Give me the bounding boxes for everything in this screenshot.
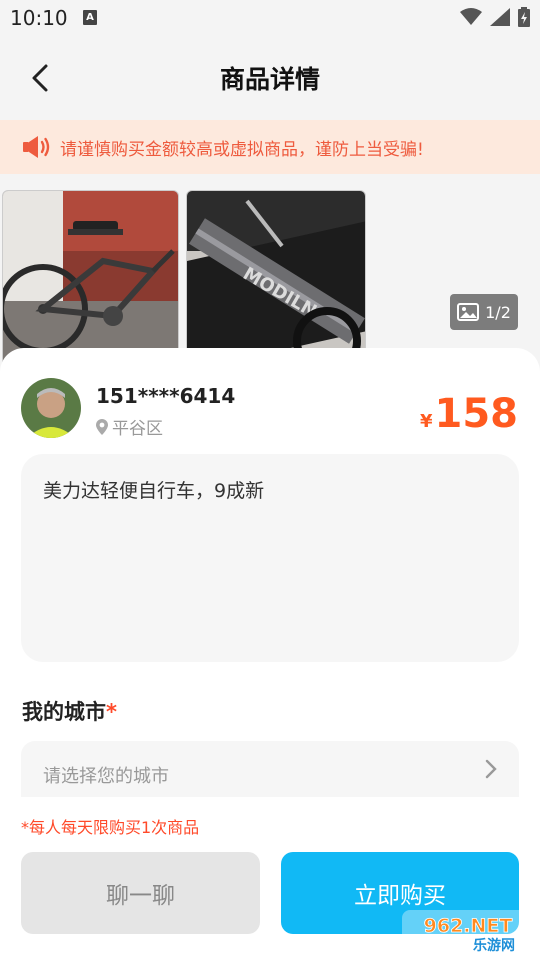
status-indicators bbox=[460, 7, 530, 27]
warning-banner: 请谨慎购买金额较高或虚拟商品，谨防上当受骗! bbox=[0, 120, 540, 174]
page-title: 商品详情 bbox=[219, 65, 320, 94]
image-icon bbox=[457, 303, 480, 321]
city-label: 我的城市* bbox=[22, 696, 117, 726]
seller-avatar[interactable] bbox=[21, 378, 81, 438]
price-currency: ¥ bbox=[419, 411, 433, 432]
city-select[interactable]: 请选择您的城市 bbox=[21, 741, 519, 797]
status-bar: 10:10 A bbox=[0, 0, 540, 36]
location-pin-icon bbox=[96, 418, 108, 435]
price-value: 158 bbox=[434, 391, 519, 437]
speaker-icon bbox=[23, 136, 50, 158]
chat-button[interactable]: 聊一聊 bbox=[21, 852, 260, 934]
wifi-icon bbox=[460, 8, 482, 25]
site-watermark: 962.NET 乐游网 bbox=[402, 910, 534, 954]
description-box: 美力达轻便自行车，9成新 bbox=[21, 454, 519, 662]
city-placeholder: 请选择您的城市 bbox=[43, 766, 169, 787]
warning-text: 请谨慎购买金额较高或虚拟商品，谨防上当受骗! bbox=[60, 139, 424, 160]
required-mark: * bbox=[106, 700, 117, 724]
product-photo-1[interactable] bbox=[2, 190, 179, 370]
purchase-limit-note: *每人每天限购买1次商品 bbox=[21, 818, 200, 837]
app-header: 商品详情 bbox=[0, 36, 540, 118]
seller-avatar-image bbox=[21, 378, 81, 438]
chevron-right-icon bbox=[485, 759, 497, 779]
city-label-text: 我的城市 bbox=[22, 700, 106, 724]
notification-icon: A bbox=[83, 10, 97, 25]
seller-location: 平谷区 bbox=[96, 414, 163, 439]
description-text: 美力达轻便自行车，9成新 bbox=[43, 480, 265, 502]
bicycle-photo bbox=[3, 191, 178, 369]
image-counter-text: 1/2 bbox=[485, 302, 511, 322]
watermark-bottom: 乐游网 bbox=[473, 937, 515, 954]
location-text: 平谷区 bbox=[112, 419, 163, 439]
status-time: 10:10 bbox=[10, 6, 68, 30]
seller-name: 151****6414 bbox=[96, 384, 236, 408]
image-counter: 1/2 bbox=[450, 294, 518, 330]
signal-icon bbox=[490, 8, 510, 26]
watermark-top: 962.NET bbox=[424, 915, 513, 937]
product-photo-2[interactable]: MODILN bbox=[186, 190, 366, 370]
price: ¥ 158 bbox=[420, 394, 518, 434]
battery-icon bbox=[518, 7, 530, 27]
photo-gallery[interactable]: MODILN 1/2 bbox=[0, 190, 540, 370]
product-card: 151****6414 平谷区 ¥ 158 美力达轻便自行车，9成新 我的城市*… bbox=[0, 348, 540, 960]
bicycle-closeup-photo: MODILN bbox=[187, 191, 365, 369]
